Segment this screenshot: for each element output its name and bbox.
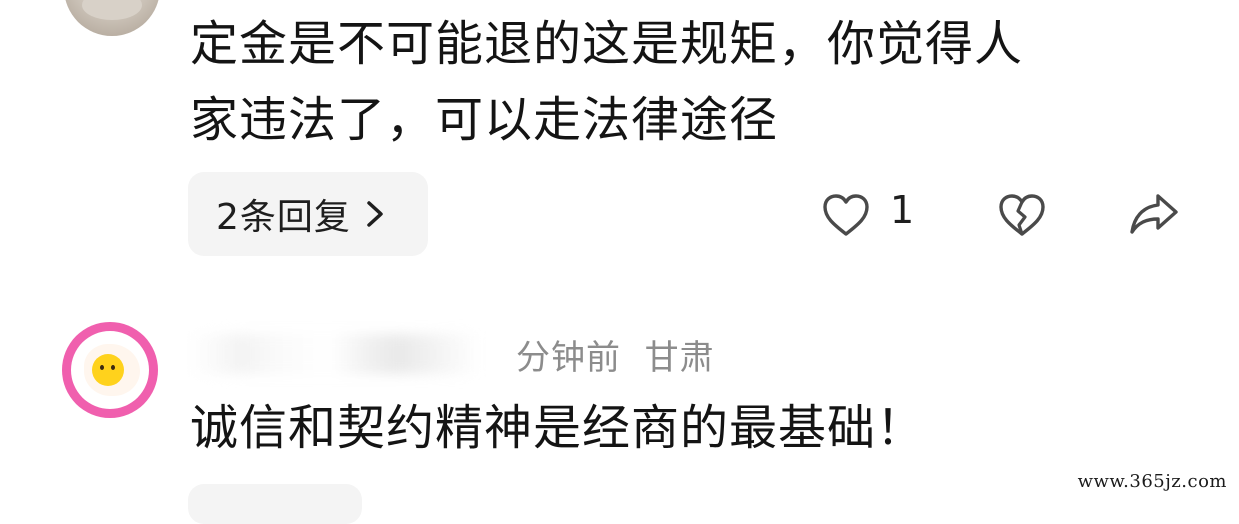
share-arrow-icon[interactable] [1128, 190, 1180, 238]
comment-text-line: 诚信和契约精神是经商的最基础！ [190, 400, 926, 456]
heart-outline-icon[interactable] [821, 192, 871, 238]
comment-text-line: 定金是不可能退的这是规矩，你觉得人 [190, 16, 1024, 72]
view-replies-button[interactable] [188, 484, 362, 524]
like-count: 1 [890, 188, 915, 232]
egg-yolk [92, 354, 124, 386]
egg-eye [100, 365, 104, 370]
blurred-username [190, 334, 480, 374]
replies-label: 2条回复 [216, 197, 351, 238]
avatar-image [82, 0, 142, 20]
comment-text-line: 家违法了，可以走法律途径 [190, 92, 779, 148]
chevron-right-icon [367, 201, 383, 227]
time-location: 分钟前 甘肃 [516, 337, 715, 378]
comment-meta: 分钟前 甘肃 [190, 330, 715, 378]
view-replies-button[interactable]: 2条回复 [188, 172, 428, 256]
commenter-avatar[interactable] [64, 0, 160, 36]
watermark: www.365jz.com [1073, 471, 1231, 492]
broken-heart-icon[interactable] [997, 192, 1047, 238]
commenter-avatar[interactable] [62, 322, 158, 418]
egg-eye [111, 365, 115, 370]
